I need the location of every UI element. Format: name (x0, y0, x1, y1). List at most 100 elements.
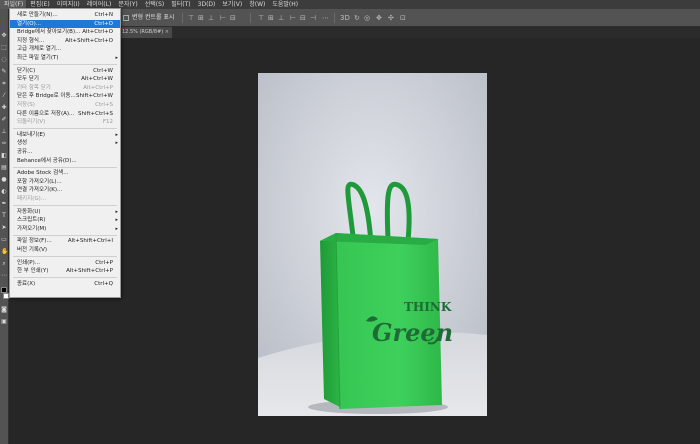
quick-select-tool-icon[interactable]: ✎ (1, 69, 7, 75)
file-menu-item-label: 자동화(U) (17, 208, 41, 215)
file-menu-item[interactable]: 지정 형식... Alt+Shift+Ctrl+O (10, 37, 120, 45)
file-menu-item[interactable]: 닫기(C) Ctrl+W (10, 67, 120, 75)
file-menu-item[interactable]: 고급 개체로 열기... (10, 45, 120, 53)
healing-tool-icon[interactable]: ✚ (1, 105, 7, 111)
3d-orbit-icon[interactable]: ↻ (354, 9, 360, 27)
file-menu-item[interactable]: 열기(O)... Ctrl+O (10, 19, 120, 28)
menu-divider (13, 166, 117, 168)
dodge-tool-icon[interactable]: ◐ (1, 189, 7, 195)
file-menu-item[interactable]: 기타 항목 닫기 Alt+Ctrl+P (10, 84, 120, 92)
file-menu-item[interactable]: Bridge에서 찾아보기(B)... Alt+Ctrl+O (10, 28, 120, 36)
file-menu-item-label: 스크립트(R) (17, 217, 46, 224)
file-menu-item[interactable]: 버전 기록(V) (10, 246, 120, 254)
file-menu-item-label: 닫은 후 Bridge로 이동... (17, 93, 76, 100)
screen-mode-icon[interactable]: ▣ (1, 319, 7, 325)
file-menu-item[interactable]: 가져오기(M) ▸ (10, 225, 120, 233)
3d-roll-icon[interactable]: ◎ (364, 9, 370, 27)
file-menu-item[interactable]: 닫은 후 Bridge로 이동... Shift+Ctrl+W (10, 92, 120, 100)
eyedropper-tool-icon[interactable]: ⁄ (1, 93, 7, 99)
distribute-hcenter-icon[interactable]: ⊟ (300, 9, 306, 27)
submenu-arrow-icon: ▸ (115, 208, 118, 215)
separator (250, 13, 251, 23)
file-menu-item[interactable]: 패키지(G)... (10, 195, 120, 203)
close-tab-icon[interactable]: × (165, 27, 169, 38)
align-hcenter-icon[interactable]: ⊟ (230, 9, 236, 27)
file-menu-item[interactable]: 포함 가져오기(L)... (10, 178, 120, 186)
file-menu-item-label: 내보내기(E) (17, 131, 46, 138)
file-menu-item-shortcut: Shift+Ctrl+W (76, 93, 113, 100)
align-vcenter-icon[interactable]: ⊞ (198, 9, 204, 27)
3d-slide-icon[interactable]: ✣ (388, 9, 394, 27)
pen-tool-icon[interactable]: ✒ (1, 201, 7, 207)
path-select-tool-icon[interactable]: ➤ (1, 225, 7, 231)
distribute-vcenter-icon[interactable]: ⊞ (268, 9, 274, 27)
hand-tool-icon[interactable]: ✋ (1, 249, 8, 255)
file-menu-item[interactable]: 저장(S) Ctrl+S (10, 101, 120, 109)
menu-item-10[interactable]: 도움말(H) (268, 0, 301, 9)
file-menu-item[interactable]: 모두 닫기 Alt+Ctrl+W (10, 75, 120, 83)
document-tab-title: 12.5% (RGB/8#) (122, 29, 164, 35)
zoom-tool-icon[interactable]: ⌕ (1, 261, 7, 267)
file-menu-item-label: 다른 이름으로 저장(A)... (17, 110, 75, 117)
history-brush-icon[interactable]: ✑ (1, 141, 7, 147)
more-options-icon[interactable]: ⋯ (322, 9, 329, 27)
file-menu-item-label: 기타 항목 닫기 (17, 84, 51, 91)
file-menu-item[interactable]: Adobe Stock 검색... (10, 169, 120, 177)
menu-divider (13, 234, 117, 236)
file-menu-item[interactable]: 새로 만들기(N)... Ctrl+N (10, 11, 120, 19)
file-menu-item-label: 한 부 인쇄(Y) (17, 268, 49, 275)
file-menu-item[interactable]: 자동화(U) ▸ (10, 208, 120, 216)
bag-print-green: Green (372, 318, 453, 347)
gradient-tool-icon[interactable]: ▤ (1, 165, 7, 171)
file-menu-item[interactable]: 인쇄(P)... Ctrl+P (10, 259, 120, 267)
align-top-icon[interactable]: ⊤ (188, 9, 194, 27)
file-menu-item[interactable]: 최근 파일 열기(T) ▸ (10, 54, 120, 62)
blur-tool-icon[interactable]: ● (1, 177, 7, 183)
stamp-tool-icon[interactable]: ⊥ (1, 129, 7, 135)
menu-item-5[interactable]: 선택(S) (141, 0, 168, 9)
move-tool-icon[interactable]: ✥ (1, 33, 7, 39)
type-tool-icon[interactable]: T (1, 213, 7, 219)
menu-divider (13, 277, 117, 279)
menu-item-7[interactable]: 3D(D) (194, 0, 219, 9)
quick-mask-icon[interactable]: ◙ (1, 307, 7, 313)
bag-photo: THINK Green (258, 73, 487, 416)
file-menu-item[interactable]: 다른 이름으로 저장(A)... Shift+Ctrl+S (10, 110, 120, 118)
crop-tool-icon[interactable]: ⌗ (1, 81, 7, 87)
file-menu-item-label: 최근 파일 열기(T) (17, 55, 59, 61)
file-menu-item[interactable]: 스크립트(R) ▸ (10, 216, 120, 224)
marquee-tool-icon[interactable]: ⬚ (1, 45, 7, 51)
3d-pan-icon[interactable]: ✥ (376, 9, 382, 27)
3d-scale-icon[interactable]: ⊡ (400, 9, 406, 27)
brush-tool-icon[interactable]: ✐ (1, 117, 7, 123)
lasso-tool-icon[interactable]: ◌ (1, 57, 7, 63)
menu-item-8[interactable]: 보기(V) (218, 0, 245, 9)
align-bottom-icon[interactable]: ⊥ (208, 9, 214, 27)
file-menu-item[interactable]: 되돌리기(V) F12 (10, 118, 120, 126)
distribute-right-icon[interactable]: ⊣ (310, 9, 316, 27)
file-menu-item[interactable]: 파일 정보(F)... Alt+Shift+Ctrl+I (10, 237, 120, 245)
file-menu-item-shortcut: Alt+Shift+Ctrl+P (66, 268, 113, 275)
more-tools-icon[interactable]: ⋯ (1, 273, 7, 279)
bag-print-think: THINK (404, 300, 452, 314)
file-menu-item[interactable]: 생성 ▸ (10, 139, 120, 147)
file-menu-item[interactable]: 내보내기(E) ▸ (10, 131, 120, 139)
distribute-bottom-icon[interactable]: ⊥ (278, 9, 284, 27)
eraser-tool-icon[interactable]: ◧ (1, 153, 7, 159)
file-menu-item-shortcut: Ctrl+S (95, 102, 113, 108)
file-menu-item[interactable]: Behance에서 공유(D)... (10, 157, 120, 165)
menu-item-6[interactable]: 필터(T) (167, 0, 193, 9)
canvas-image[interactable]: THINK Green (258, 73, 487, 416)
file-menu-item[interactable]: 연결 가져오기(K)... (10, 186, 120, 194)
file-menu-item[interactable]: 한 부 인쇄(Y) Alt+Shift+Ctrl+P (10, 267, 120, 275)
distribute-left-icon[interactable]: ⊢ (290, 9, 296, 27)
align-left-icon[interactable]: ⊢ (220, 9, 226, 27)
file-menu-item-shortcut: Alt+Ctrl+P (83, 84, 113, 91)
distribute-top-icon[interactable]: ⊤ (258, 9, 264, 27)
file-menu-item[interactable]: 종료(X) Ctrl+Q (10, 280, 120, 288)
shape-tool-icon[interactable]: ▭ (1, 237, 7, 243)
file-menu-item[interactable]: 공유... (10, 148, 120, 156)
menu-item-9[interactable]: 창(W) (245, 0, 268, 9)
transform-controls-checkbox[interactable] (123, 15, 129, 21)
file-menu-item-label: 새로 만들기(N)... (17, 12, 58, 18)
